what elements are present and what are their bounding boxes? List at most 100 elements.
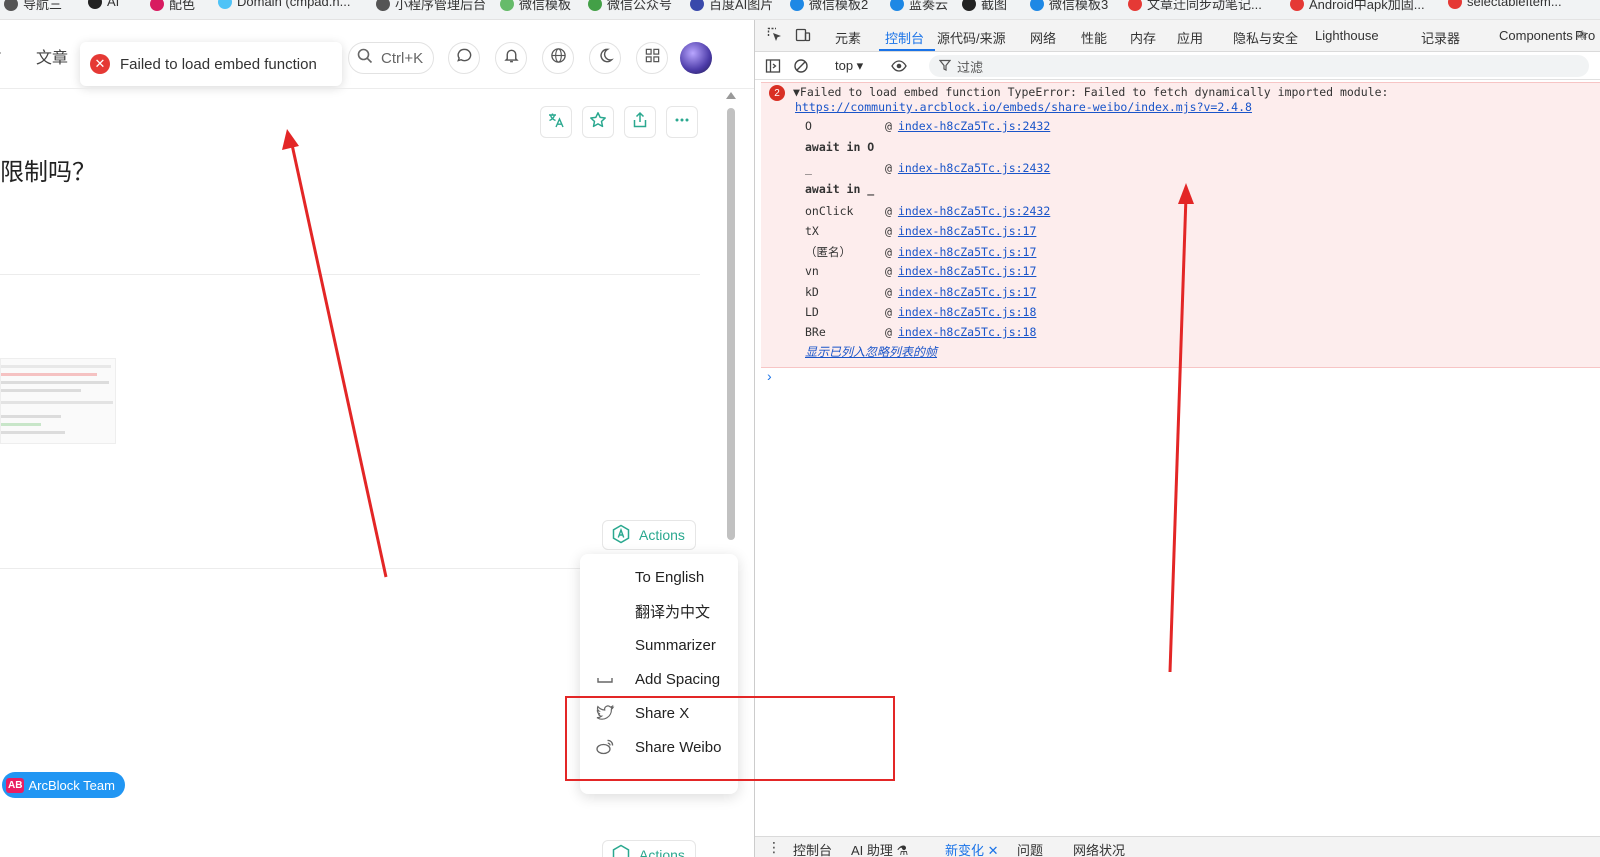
source-location-link[interactable]: index-h8cZa5Tc.js:2432 xyxy=(898,119,1050,133)
bookmark-favicon-icon xyxy=(500,0,514,11)
bookmark-item[interactable]: Domain (cmpad.n... xyxy=(218,0,350,9)
search-button[interactable]: Ctrl+K xyxy=(348,42,434,74)
at-sign: @ xyxy=(885,245,892,259)
bookmark-favicon-icon xyxy=(890,0,904,11)
share-button[interactable] xyxy=(624,106,656,138)
drawer-tab[interactable]: 新变化 ✕ xyxy=(945,840,999,857)
devtools-tab[interactable]: 记录器 xyxy=(1421,28,1460,47)
menu-item-translate-chinese[interactable]: 翻译为中文 xyxy=(580,596,738,626)
theme-toggle[interactable] xyxy=(589,42,621,74)
bookmark-item[interactable]: 微信模板2 xyxy=(790,0,868,13)
devtools-tab[interactable]: Lighthouse xyxy=(1315,28,1379,43)
bookmark-item[interactable]: 百度AI图片 xyxy=(690,0,773,13)
bookmark-item[interactable]: AI xyxy=(88,0,119,9)
notifications-button[interactable] xyxy=(495,42,527,74)
translate-icon xyxy=(547,111,565,134)
bookmark-item[interactable]: 微信模板3 xyxy=(1030,0,1108,13)
actions-label: Actions xyxy=(639,847,685,857)
bookmark-item[interactable]: selectableItem... xyxy=(1448,0,1562,9)
bookmark-item[interactable]: 配色 xyxy=(150,0,195,13)
bookmark-label: 导航三 xyxy=(23,0,63,12)
devtools-drawer-tabbar: ⋮ 控制台 AI 助理 ⚗ 新变化 ✕ 问题 网络状况 xyxy=(755,836,1600,857)
console-error-message[interactable]: 2 ▼Failed to load embed function TypeErr… xyxy=(761,82,1600,368)
source-location-link[interactable]: index-h8cZa5Tc.js:17 xyxy=(898,264,1036,278)
team-badge-logo: AB xyxy=(6,777,25,793)
bookmark-label: Android中apk加固... xyxy=(1309,0,1425,12)
language-button[interactable] xyxy=(542,42,574,74)
error-text[interactable]: ▼Failed to load embed function TypeError… xyxy=(793,85,1388,99)
source-location-link[interactable]: index-h8cZa5Tc.js:18 xyxy=(898,325,1036,339)
actions-button-bottom[interactable]: Actions xyxy=(602,840,696,857)
error-icon: ✕ xyxy=(90,54,110,74)
stack-function-name: onClick xyxy=(805,204,854,218)
stack-frame: onClick @ index-h8cZa5Tc.js:2432 xyxy=(805,204,1050,218)
show-ignored-frames-link[interactable]: 显示已列入忽略列表的帧 xyxy=(805,343,937,360)
devtools-tab[interactable]: 隐私与安全 xyxy=(1233,28,1298,47)
stack-function-name: _ xyxy=(805,161,812,175)
drawer-tab[interactable]: 控制台 xyxy=(793,840,832,857)
menu-item-to-english[interactable]: To English xyxy=(580,562,738,592)
console-prompt[interactable]: › xyxy=(767,368,772,384)
filter-input[interactable]: 过滤 xyxy=(929,55,1589,77)
bookmark-item[interactable]: 微信公众号 xyxy=(588,0,672,13)
team-badge[interactable]: AB ArcBlock Team xyxy=(2,772,125,798)
chat-button[interactable] xyxy=(448,42,480,74)
source-location-link[interactable]: index-h8cZa5Tc.js:18 xyxy=(898,305,1036,319)
console-toolbar: top ▾ 过滤 xyxy=(755,52,1600,80)
bookmark-favicon-icon xyxy=(690,0,704,11)
menu-item-summarizer[interactable]: Summarizer xyxy=(580,630,738,660)
actions-button[interactable]: Actions xyxy=(602,520,696,550)
scrollbar-thumb[interactable] xyxy=(727,108,735,540)
context-selector[interactable]: top ▾ xyxy=(835,58,863,74)
drawer-tab[interactable]: 网络状况 xyxy=(1073,840,1125,857)
devtools-tab[interactable]: 应用 xyxy=(1177,28,1203,47)
bell-icon xyxy=(503,47,520,69)
clear-console-icon[interactable] xyxy=(793,58,809,77)
source-location-link[interactable]: index-h8cZa5Tc.js:2432 xyxy=(898,161,1050,175)
menu-item-label: 翻译为中文 xyxy=(635,603,711,621)
error-url-link[interactable]: https://community.arcblock.io/embeds/sha… xyxy=(795,100,1252,114)
bookmark-item[interactable]: Android中apk加固... xyxy=(1290,0,1425,13)
bookmark-item[interactable]: 导航三 xyxy=(4,0,62,13)
chevron-icon[interactable]: › xyxy=(0,44,1,62)
favorite-button[interactable] xyxy=(582,106,614,138)
devtools-tab[interactable]: 控制台 xyxy=(885,28,924,47)
arcblock-logo-icon xyxy=(611,844,631,857)
apps-button[interactable] xyxy=(636,42,668,74)
drawer-tab[interactable]: 问题 xyxy=(1017,840,1043,857)
devtools-tab[interactable]: 内存 xyxy=(1130,28,1156,47)
devtools-tab[interactable]: Pro xyxy=(1575,28,1595,43)
bookmark-label: 蓝奏云 xyxy=(909,0,949,12)
menu-item-add-spacing[interactable]: Add Spacing xyxy=(580,664,738,694)
scroll-up-arrow[interactable] xyxy=(726,92,736,99)
nav-articles[interactable]: 文章 xyxy=(36,44,68,68)
more-button[interactable] xyxy=(666,106,698,138)
bookmark-item[interactable]: 蓝奏云 xyxy=(890,0,948,13)
devtools-tab[interactable]: 源代码/来源 xyxy=(937,28,1006,47)
device-toolbar-icon[interactable] xyxy=(795,27,811,46)
translate-button[interactable] xyxy=(540,106,572,138)
devtools-tab[interactable]: 性能 xyxy=(1081,28,1107,47)
article-title: 限制吗？ xyxy=(0,159,96,186)
grid-icon xyxy=(644,47,661,69)
inspect-element-icon[interactable] xyxy=(767,27,783,46)
sidebar-toggle-icon[interactable] xyxy=(765,58,781,77)
star-icon xyxy=(589,111,607,134)
source-location-link[interactable]: index-h8cZa5Tc.js:17 xyxy=(898,245,1036,259)
source-location-link[interactable]: index-h8cZa5Tc.js:17 xyxy=(898,224,1036,238)
devtools-tab[interactable]: 元素 xyxy=(835,28,861,47)
drawer-menu-icon[interactable]: ⋮ xyxy=(767,839,781,856)
devtools-tab[interactable]: 网络 xyxy=(1030,28,1056,47)
source-location-link[interactable]: index-h8cZa5Tc.js:2432 xyxy=(898,204,1050,218)
embedded-screenshot-image[interactable] xyxy=(0,358,116,444)
eye-icon[interactable] xyxy=(891,58,907,77)
annotation-highlight-box xyxy=(565,696,895,781)
source-location-link[interactable]: index-h8cZa5Tc.js:17 xyxy=(898,285,1036,299)
avatar[interactable] xyxy=(680,42,712,74)
drawer-tab[interactable]: AI 助理 ⚗ xyxy=(851,840,908,857)
bookmark-favicon-icon xyxy=(4,0,18,11)
bookmark-item[interactable]: 截图 xyxy=(962,0,1007,13)
bookmark-item[interactable]: 小程序管理后台 xyxy=(376,0,486,13)
bookmark-item[interactable]: 微信模板 xyxy=(500,0,571,13)
bookmark-item[interactable]: 文章迁同步动笔记... xyxy=(1128,0,1262,13)
